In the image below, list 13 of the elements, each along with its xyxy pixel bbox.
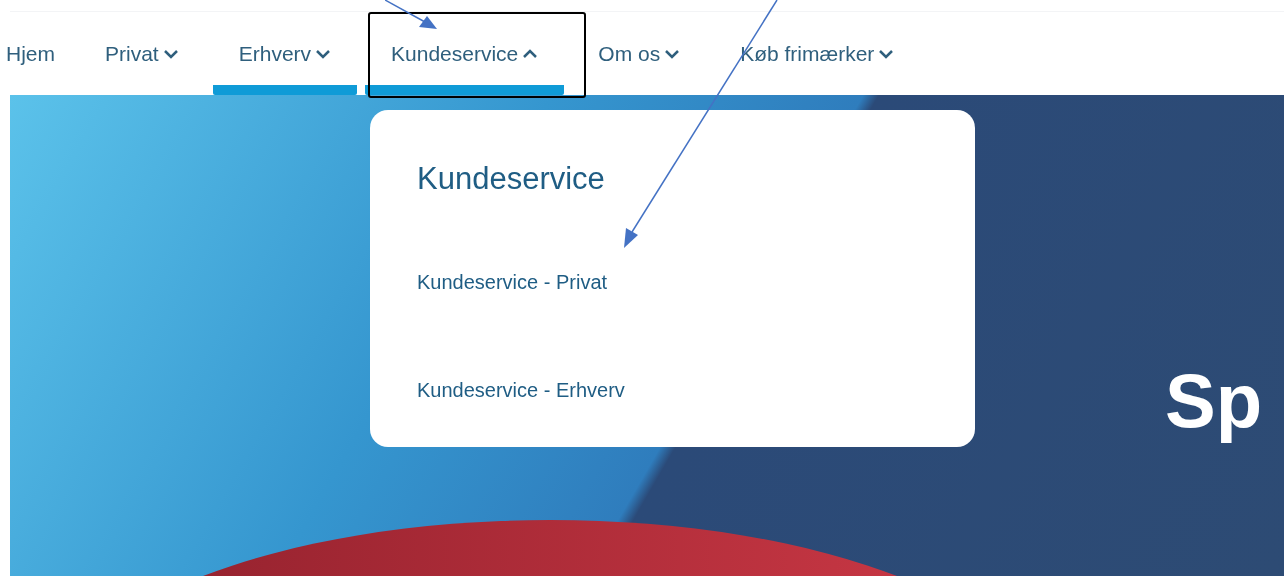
chevron-down-icon xyxy=(315,47,332,60)
nav-link[interactable]: Om os xyxy=(572,12,707,95)
chevron-down-icon xyxy=(878,47,895,60)
dropdown-title: Kundeservice xyxy=(417,160,605,198)
dropdown-link[interactable]: Kundeservice - Erhverv xyxy=(417,374,625,405)
nav-link[interactable]: Hjem xyxy=(6,12,55,95)
nav-link[interactable]: Køb frimærker xyxy=(714,12,921,95)
chevron-down-icon xyxy=(162,47,179,60)
arrow-pointer xyxy=(385,0,440,32)
chevron-down-icon xyxy=(664,47,681,60)
nav-link[interactable]: Privat xyxy=(79,12,205,95)
chevron-up-icon xyxy=(522,47,539,60)
dropdown-link[interactable]: Kundeservice - Privat xyxy=(417,266,608,297)
